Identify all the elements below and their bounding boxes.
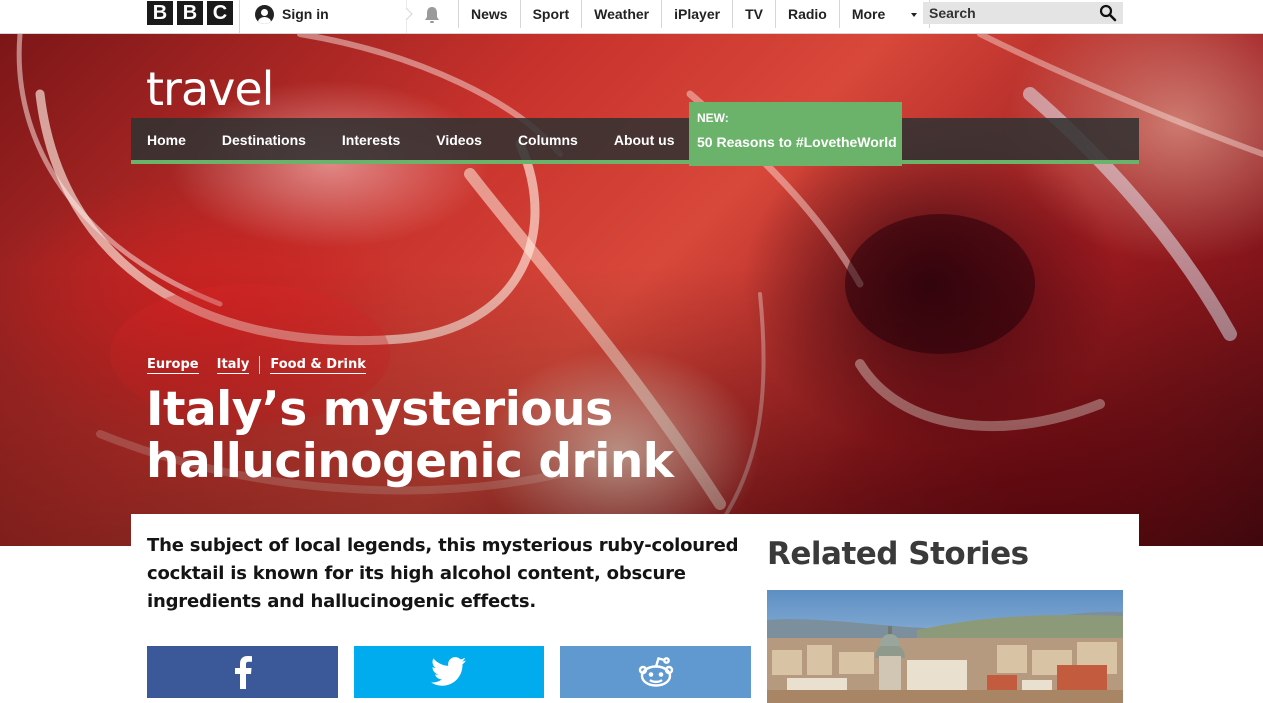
- article-headline: Italy’s mysterious hallucinogenic drink: [146, 384, 746, 488]
- bbc-top-nav: News Sport Weather iPlayer TV Radio More: [458, 0, 930, 34]
- travel-nav-videos[interactable]: Videos: [418, 118, 500, 160]
- nav-radio[interactable]: Radio: [776, 0, 840, 28]
- promo-love-the-world[interactable]: NEW: 50 Reasons to #LovetheWorld: [689, 102, 902, 166]
- nav-iplayer[interactable]: iPlayer: [662, 0, 734, 28]
- nav-more-dropdown[interactable]: More: [840, 0, 930, 28]
- hero-image: travel Home Destinations Interests Video…: [0, 34, 1263, 546]
- travel-nav-columns[interactable]: Columns: [500, 118, 596, 160]
- twitter-icon: [431, 657, 466, 686]
- search-box[interactable]: [923, 2, 1123, 24]
- facebook-icon: [234, 656, 252, 689]
- bbc-logo-letter: C: [207, 1, 233, 25]
- bbc-global-bar: B B C Sign in News Sport Weather iPlayer…: [0, 0, 1263, 34]
- related-stories-heading: Related Stories: [767, 536, 1029, 572]
- share-reddit-button[interactable]: [560, 646, 751, 698]
- divider: [239, 0, 240, 34]
- share-facebook-button[interactable]: [147, 646, 338, 698]
- divider-notch: [406, 0, 413, 34]
- sign-in-label: Sign in: [282, 6, 329, 22]
- travel-nav-destinations[interactable]: Destinations: [204, 118, 324, 160]
- promo-text: 50 Reasons to #LovetheWorld: [697, 134, 897, 150]
- headline-line-1: Italy’s mysterious: [146, 382, 613, 437]
- tag-italy[interactable]: Italy: [216, 357, 250, 374]
- related-story-image[interactable]: [767, 590, 1123, 703]
- article-summary: The subject of local legends, this myste…: [147, 535, 739, 612]
- travel-nav-interests[interactable]: Interests: [324, 118, 418, 160]
- sign-in-link[interactable]: Sign in: [255, 4, 329, 24]
- notification-bell-icon[interactable]: [422, 5, 442, 25]
- bbc-logo[interactable]: B B C: [147, 1, 233, 25]
- nav-more-label: More: [851, 6, 886, 22]
- chevron-down-icon: [910, 13, 917, 17]
- article-content: The subject of local legends, this myste…: [131, 514, 1139, 703]
- promo-new-label: NEW:: [697, 111, 729, 125]
- travel-nav-home[interactable]: Home: [131, 118, 204, 160]
- nav-news[interactable]: News: [458, 0, 521, 28]
- tag-divider: [259, 356, 261, 374]
- travel-nav-about[interactable]: About us: [596, 118, 693, 160]
- nav-weather[interactable]: Weather: [582, 0, 663, 28]
- search-input[interactable]: [923, 2, 1093, 24]
- headline-line-2: hallucinogenic drink: [146, 434, 674, 489]
- travel-logo[interactable]: travel: [146, 62, 274, 116]
- nav-sport[interactable]: Sport: [521, 0, 583, 28]
- tag-europe[interactable]: Europe: [147, 357, 199, 374]
- search-icon[interactable]: [1099, 4, 1117, 22]
- reddit-icon: [638, 657, 673, 687]
- bbc-logo-letter: B: [177, 1, 203, 25]
- share-twitter-button[interactable]: [354, 646, 544, 698]
- travel-nav: Home Destinations Interests Videos Colum…: [131, 102, 1139, 166]
- naples-cityscape-image: [767, 590, 1123, 703]
- article-tags: Europe Italy Food & Drink: [147, 356, 366, 374]
- nav-tv[interactable]: TV: [733, 0, 776, 28]
- bbc-logo-letter: B: [147, 1, 173, 25]
- user-icon: [255, 4, 274, 24]
- tag-food-drink[interactable]: Food & Drink: [270, 357, 366, 374]
